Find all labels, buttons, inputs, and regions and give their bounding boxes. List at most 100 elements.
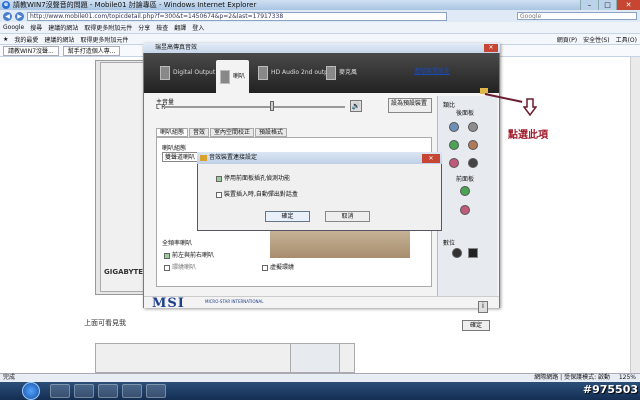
favorites-star-icon[interactable]: ★ <box>3 36 8 43</box>
toolbar-item[interactable]: 取得更多附加元件 <box>84 23 132 32</box>
dialog-close-button[interactable]: ✕ <box>484 44 498 52</box>
optical-jack[interactable] <box>452 248 462 258</box>
toolbar-item[interactable]: Google <box>3 24 24 31</box>
speaker-icon <box>220 69 230 84</box>
window-title: 請教WIN7沒聲音的問題 - Mobile01 討論專區 - Windows I… <box>13 1 257 9</box>
toolbar-item[interactable]: 翻譯 <box>174 23 186 32</box>
close-window-button[interactable]: ✕ <box>616 0 640 10</box>
taskbar-item[interactable] <box>122 384 142 398</box>
modal-ok-button[interactable]: 確定 <box>265 211 310 222</box>
tab-speakers[interactable]: 喇叭 <box>216 60 250 93</box>
jack-black[interactable] <box>468 158 478 168</box>
subtab-room-correction[interactable]: 室內空間校正 <box>210 128 255 137</box>
checkbox-label: 環繞喇叭 <box>172 264 197 271</box>
start-button[interactable] <box>22 382 40 400</box>
page-scrollbar[interactable] <box>630 57 640 373</box>
info-icon[interactable]: i <box>478 301 488 313</box>
front-panel-label: 前面板 <box>456 176 475 183</box>
taskbar-item[interactable] <box>50 384 70 398</box>
logo-strip <box>144 296 499 308</box>
ie-icon: e <box>2 1 10 9</box>
jack-pink[interactable] <box>449 158 459 168</box>
window-controls: – □ ✕ <box>580 0 640 10</box>
modal-cancel-button[interactable]: 取消 <box>325 211 370 222</box>
spdif-icon[interactable] <box>468 248 478 258</box>
toolbar-item[interactable]: 分享 <box>138 23 150 32</box>
front-jack-green[interactable] <box>460 186 470 196</box>
taskbar-item[interactable] <box>146 384 166 398</box>
subtab-config[interactable]: 喇叭組態 <box>156 128 189 137</box>
virtual-surround-checkbox[interactable]: 虛擬環繞 <box>262 262 294 271</box>
set-default-device-button[interactable]: 設為預設裝置 <box>388 98 432 113</box>
browser-titlebar: e 請教WIN7沒聲音的問題 - Mobile01 討論專區 - Windows… <box>0 0 640 10</box>
checkbox-label: 虛擬環繞 <box>270 264 295 271</box>
jack-orange[interactable] <box>468 140 478 150</box>
tab-label: 麥克風 <box>339 69 358 76</box>
thumbnail-inner <box>100 62 145 292</box>
checkbox-label: 前左與前右喇叭 <box>172 252 215 259</box>
dialog-title: 瑞昱高傳真音效 <box>143 43 500 53</box>
tab-thread[interactable]: 請教WIN7沒聲... <box>3 45 59 56</box>
checkbox-label: 停用前面板插孔偵測功能 <box>224 175 291 182</box>
advanced-settings-link[interactable]: 進階裝置設定 <box>414 66 450 75</box>
checkbox-box[interactable] <box>164 264 170 271</box>
msi-logo: MSI <box>152 296 185 311</box>
fav-item[interactable]: 取得更多附加元件 <box>80 35 128 44</box>
fav-item[interactable]: 我的最愛 <box>14 35 38 44</box>
search-input[interactable]: Google <box>517 12 637 20</box>
rear-panel-label: 後面板 <box>456 110 475 117</box>
toolbar-item[interactable]: 檢查 <box>156 23 168 32</box>
digital-label: 數位 <box>443 240 456 247</box>
jack-gray[interactable] <box>468 122 478 132</box>
toolbar-item[interactable]: 建議的網站 <box>48 23 78 32</box>
modal-close-button[interactable]: ✕ <box>422 154 440 163</box>
maximize-button[interactable]: □ <box>598 0 616 10</box>
forward-icon[interactable]: ▶ <box>15 11 24 21</box>
taskbar-item[interactable] <box>98 384 118 398</box>
minimize-button[interactable]: – <box>580 0 598 10</box>
front-jack-pink[interactable] <box>460 205 470 215</box>
modal-title: 音效裝置連接設定 <box>197 152 442 164</box>
fav-item[interactable]: 工具(O) <box>616 35 637 44</box>
fav-item[interactable]: 安全性(S) <box>583 35 610 44</box>
zoom-level[interactable]: 125% <box>619 374 636 382</box>
taskbar-item[interactable] <box>74 384 94 398</box>
google-toolbar: Google 搜尋 建議的網站 取得更多附加元件 分享 檢查 翻譯 登入 <box>0 22 640 34</box>
volume-slider-track[interactable] <box>165 106 345 108</box>
fav-item[interactable]: 網頁(P) <box>557 35 577 44</box>
post-text: 上面可看見我 <box>84 319 126 327</box>
subtab-default-format[interactable]: 預設格式 <box>255 128 288 137</box>
mute-speaker-icon[interactable]: 🔊 <box>350 100 362 112</box>
disable-front-jack-checkbox[interactable]: 停用前面板插孔偵測功能 <box>216 173 290 182</box>
headphones-icon <box>258 66 268 80</box>
checkbox-box[interactable] <box>164 252 170 259</box>
toolbar-item[interactable]: 搜尋 <box>30 23 42 32</box>
annotation-text: 點選此項 <box>508 130 548 141</box>
checkbox-box[interactable] <box>262 264 268 271</box>
tab-digital-output[interactable]: Digital Output <box>160 62 215 84</box>
dialog-ok-button[interactable]: 確定 <box>462 320 490 331</box>
jack-green[interactable] <box>449 140 459 150</box>
lower-side-panel <box>290 343 340 373</box>
toolbar-item[interactable]: 登入 <box>192 23 204 32</box>
tab-hd-audio-2nd[interactable]: HD Audio 2nd output <box>258 62 334 84</box>
surround-checkbox[interactable]: 環繞喇叭 <box>164 262 196 271</box>
auto-popup-checkbox[interactable]: 裝置插入時,自動彈出對話盒 <box>216 189 298 198</box>
subtab-effects[interactable]: 音效 <box>189 128 210 137</box>
tab-label: 喇叭 <box>233 73 246 80</box>
volume-slider-knob[interactable] <box>270 101 274 111</box>
front-lr-checkbox[interactable]: 前左與前右喇叭 <box>164 250 214 259</box>
tab-microphone[interactable]: 麥克風 <box>326 62 357 84</box>
checkbox-box[interactable] <box>216 191 222 198</box>
checkbox-label: 裝置插入時,自動彈出對話盒 <box>224 191 298 198</box>
tab-label: HD Audio 2nd output <box>271 69 335 76</box>
tab-second[interactable]: 幫手打造個人專... <box>62 45 121 56</box>
back-icon[interactable]: ◀ <box>3 11 12 21</box>
gigabyte-logo: GIGABYTE <box>104 268 144 276</box>
fav-item[interactable]: 建議的網站 <box>44 35 74 44</box>
checkbox-box[interactable] <box>216 175 222 182</box>
url-input[interactable]: http://www.mobile01.com/topicdetail.php?… <box>27 11 447 21</box>
security-zone: 網際網路 | 受保護模式: 啟動 <box>534 374 610 381</box>
jack-blue[interactable] <box>449 122 459 132</box>
tab-label: Digital Output <box>173 69 216 76</box>
